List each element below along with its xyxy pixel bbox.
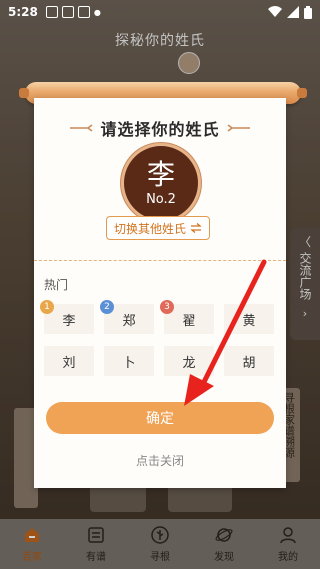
ornament-icon: [227, 124, 250, 132]
surname-option[interactable]: 刘: [44, 346, 94, 376]
surname-label: 郑: [122, 313, 136, 329]
surname-label: 胡: [242, 355, 256, 371]
battery-icon: [304, 5, 312, 19]
wifi-icon: [268, 6, 282, 17]
selected-surname-seal: 李 No.2: [124, 146, 198, 220]
hot-label: 热门: [44, 278, 69, 292]
swap-arrows-icon: [190, 223, 202, 233]
rank-badge: 2: [100, 300, 114, 314]
switch-label: 切换其他姓氏: [113, 221, 186, 236]
rank-badge: 1: [40, 300, 54, 314]
surname-label: 黄: [242, 313, 256, 329]
divider: [34, 260, 286, 261]
surname-option[interactable]: 胡: [224, 346, 274, 376]
surname-option[interactable]: 1 李: [40, 300, 94, 334]
switch-surname-button[interactable]: 切换其他姓氏: [106, 216, 210, 240]
surname-label: 翟: [182, 313, 196, 329]
signal-icon: [287, 6, 299, 18]
dot-icon: ●: [93, 7, 101, 17]
surname-label: 卜: [122, 355, 136, 371]
surname-option[interactable]: 卜: [104, 346, 154, 376]
surname-label: 龙: [182, 355, 196, 371]
surname-label: 李: [62, 313, 76, 329]
surname-option[interactable]: 3 翟: [160, 300, 214, 334]
notification-icon: [61, 6, 74, 18]
surname-select-dialog: 请选择你的姓氏 李 No.2 切换其他姓氏 热门 1 李 2 郑 3 翟 黄 刘…: [34, 98, 286, 488]
surname-label: 刘: [62, 355, 76, 371]
status-time: 5:28: [8, 5, 38, 19]
notification-icon: [45, 6, 58, 18]
surname-option[interactable]: 龙: [164, 346, 214, 376]
status-bar: 5:28 ●: [0, 0, 320, 24]
close-dialog-link[interactable]: 点击关闭: [34, 452, 286, 469]
confirm-button[interactable]: 确定: [46, 402, 274, 434]
selected-rank: No.2: [146, 191, 176, 207]
surname-option[interactable]: 2 郑: [100, 300, 154, 334]
notification-icon: [77, 6, 90, 18]
selected-surname: 李: [146, 157, 175, 191]
rank-badge: 3: [160, 300, 174, 314]
surname-option[interactable]: 黄: [224, 304, 274, 334]
